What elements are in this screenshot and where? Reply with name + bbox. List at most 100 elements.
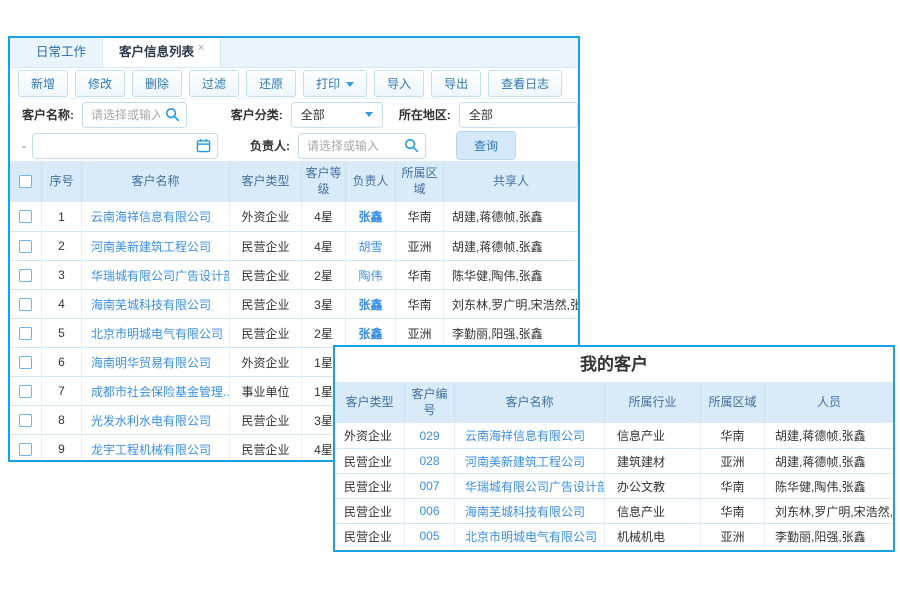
- search-icon[interactable]: [165, 107, 180, 122]
- category-select[interactable]: 全部: [291, 102, 383, 128]
- customer-code-link[interactable]: 029: [405, 423, 455, 448]
- region: 华南: [396, 202, 444, 231]
- industry: 信息产业: [605, 499, 701, 523]
- row-checkbox[interactable]: [19, 269, 32, 282]
- row-checkbox[interactable]: [19, 327, 32, 340]
- customer-name-link[interactable]: 华瑞城有限公司广告设计部: [455, 474, 605, 498]
- row-checkbox-cell: [10, 435, 42, 462]
- region: 华南: [396, 261, 444, 289]
- my-customers-title: 我的客户: [335, 347, 893, 383]
- customer-type: 民营企业: [230, 319, 302, 347]
- staff: 胡建,蒋德帧,张鑫: [765, 423, 893, 448]
- toolbar-button-9[interactable]: 查看日志: [488, 70, 562, 97]
- customer-name-link[interactable]: 海南芜城科技有限公司: [82, 290, 230, 318]
- customer-name-link[interactable]: 河南美新建筑工程公司: [455, 449, 605, 473]
- row-checkbox-cell: [10, 377, 42, 405]
- customer-type: 民营企业: [230, 261, 302, 289]
- customer-code-link[interactable]: 007: [405, 474, 455, 498]
- owner-link[interactable]: 陶伟: [346, 261, 396, 289]
- row-checkbox[interactable]: [19, 443, 32, 456]
- row-checkbox[interactable]: [19, 298, 32, 311]
- customer-type: 民营企业: [335, 474, 405, 498]
- region: 亚洲: [701, 524, 765, 548]
- table-row: 5 北京市明城电气有限公司 民营企业 2星 张鑫 亚洲 李勤丽,阳强,张鑫: [10, 318, 578, 347]
- row-checkbox[interactable]: [19, 210, 32, 223]
- select-all-checkbox[interactable]: [19, 175, 32, 188]
- my-customers-table: 客户类型 客户编号 客户名称 所属行业 所属区域 人员 外资企业 029 云南海…: [335, 383, 893, 548]
- customer-type: 民营企业: [335, 449, 405, 473]
- staff: 李勤丽,阳强,张鑫: [765, 524, 893, 548]
- region: 华南: [701, 423, 765, 448]
- customer-type: 民营企业: [230, 435, 302, 462]
- toolbar: 新增 修改 删除 过滤 还原 打印 导入 导出 查看日志: [10, 68, 578, 99]
- col-header-type: 客户类型: [335, 383, 405, 423]
- row-checkbox[interactable]: [19, 385, 32, 398]
- toolbar-button-4[interactable]: 过滤: [189, 70, 239, 97]
- customer-name-link[interactable]: 海南芜城科技有限公司: [455, 499, 605, 523]
- row-number: 7: [42, 377, 82, 405]
- customer-name-link[interactable]: 成都市社会保险基金管理...: [82, 377, 230, 405]
- date-input[interactable]: [32, 133, 218, 159]
- toolbar-button-8[interactable]: 导出: [431, 70, 481, 97]
- customer-name-link[interactable]: 华瑞城有限公司广告设计部: [82, 261, 230, 289]
- industry: 机械机电: [605, 524, 701, 548]
- list-item: 民营企业 007 华瑞城有限公司广告设计部 办公文教 华南 陈华健,陶伟,张鑫: [335, 473, 893, 498]
- customer-name-link[interactable]: 云南海祥信息有限公司: [82, 202, 230, 231]
- search-icon[interactable]: [404, 138, 419, 153]
- row-number: 9: [42, 435, 82, 462]
- date-range-dash: -: [22, 139, 32, 153]
- list-item: 外资企业 029 云南海祥信息有限公司 信息产业 华南 胡建,蒋德帧,张鑫: [335, 423, 893, 448]
- row-number: 1: [42, 202, 82, 231]
- filter-area: 客户名称: 客户分类: 全部 所在地区: 全部 -: [10, 99, 578, 161]
- col-header-industry: 所属行业: [605, 383, 701, 423]
- customer-name-link[interactable]: 北京市明城电气有限公司: [455, 524, 605, 548]
- col-header-no: 序号: [42, 161, 82, 202]
- list-item: 民营企业 005 北京市明城电气有限公司 机械机电 亚洲 李勤丽,阳强,张鑫: [335, 523, 893, 548]
- tab-close-icon[interactable]: ×: [198, 42, 204, 54]
- category-value: 全部: [301, 106, 325, 123]
- row-number: 8: [42, 406, 82, 434]
- row-checkbox-cell: [10, 290, 42, 318]
- customer-name-link[interactable]: 河南美新建筑工程公司: [82, 232, 230, 260]
- col-header-region: 所属区域: [396, 161, 444, 202]
- customer-code-link[interactable]: 006: [405, 499, 455, 523]
- row-number: 5: [42, 319, 82, 347]
- region-select[interactable]: 全部: [459, 102, 578, 128]
- customer-type: 事业单位: [230, 377, 302, 405]
- col-header-type: 客户类型: [230, 161, 302, 202]
- query-button[interactable]: 查询: [456, 131, 516, 160]
- customer-name-link[interactable]: 海南明华贸易有限公司: [82, 348, 230, 376]
- customer-name-link[interactable]: 光发水利水电有限公司: [82, 406, 230, 434]
- toolbar-button-7[interactable]: 导入: [374, 70, 424, 97]
- customer-name-link[interactable]: 云南海祥信息有限公司: [455, 423, 605, 448]
- owner-link[interactable]: 张鑫: [346, 319, 396, 347]
- row-checkbox[interactable]: [19, 356, 32, 369]
- shared-people: 刘东林,罗广明,宋浩然,张鑫: [444, 290, 578, 318]
- col-header-level: 客户等级: [302, 161, 346, 202]
- owner-link[interactable]: 张鑫: [346, 202, 396, 231]
- list-item: 民营企业 028 河南美新建筑工程公司 建筑建材 亚洲 胡建,蒋德帧,张鑫: [335, 448, 893, 473]
- customer-code-link[interactable]: 005: [405, 524, 455, 548]
- row-checkbox-cell: [10, 319, 42, 347]
- customer-name-link[interactable]: 龙宇工程机械有限公司: [82, 435, 230, 462]
- my-customers-body: 外资企业 029 云南海祥信息有限公司 信息产业 华南 胡建,蒋德帧,张鑫 民营…: [335, 423, 893, 548]
- customer-name-link[interactable]: 北京市明城电气有限公司: [82, 319, 230, 347]
- row-checkbox[interactable]: [19, 414, 32, 427]
- region: 亚洲: [701, 449, 765, 473]
- owner-link[interactable]: 胡雪: [346, 232, 396, 260]
- owner-link[interactable]: 张鑫: [346, 290, 396, 318]
- row-checkbox[interactable]: [19, 240, 32, 253]
- tab-customer-info-list[interactable]: 客户信息列表×: [102, 38, 221, 67]
- tab-daily-work[interactable]: 日常工作: [20, 38, 102, 67]
- toolbar-button-5[interactable]: 还原: [246, 70, 296, 97]
- region-value: 全部: [469, 106, 493, 123]
- customer-code-link[interactable]: 028: [405, 449, 455, 473]
- toolbar-button-2[interactable]: 修改: [75, 70, 125, 97]
- row-number: 6: [42, 348, 82, 376]
- region: 华南: [396, 290, 444, 318]
- calendar-icon[interactable]: [196, 138, 211, 153]
- toolbar-button-1[interactable]: 新增: [18, 70, 68, 97]
- select-all-cell: [10, 161, 42, 202]
- toolbar-button-6[interactable]: 打印: [303, 70, 367, 97]
- toolbar-button-3[interactable]: 删除: [132, 70, 182, 97]
